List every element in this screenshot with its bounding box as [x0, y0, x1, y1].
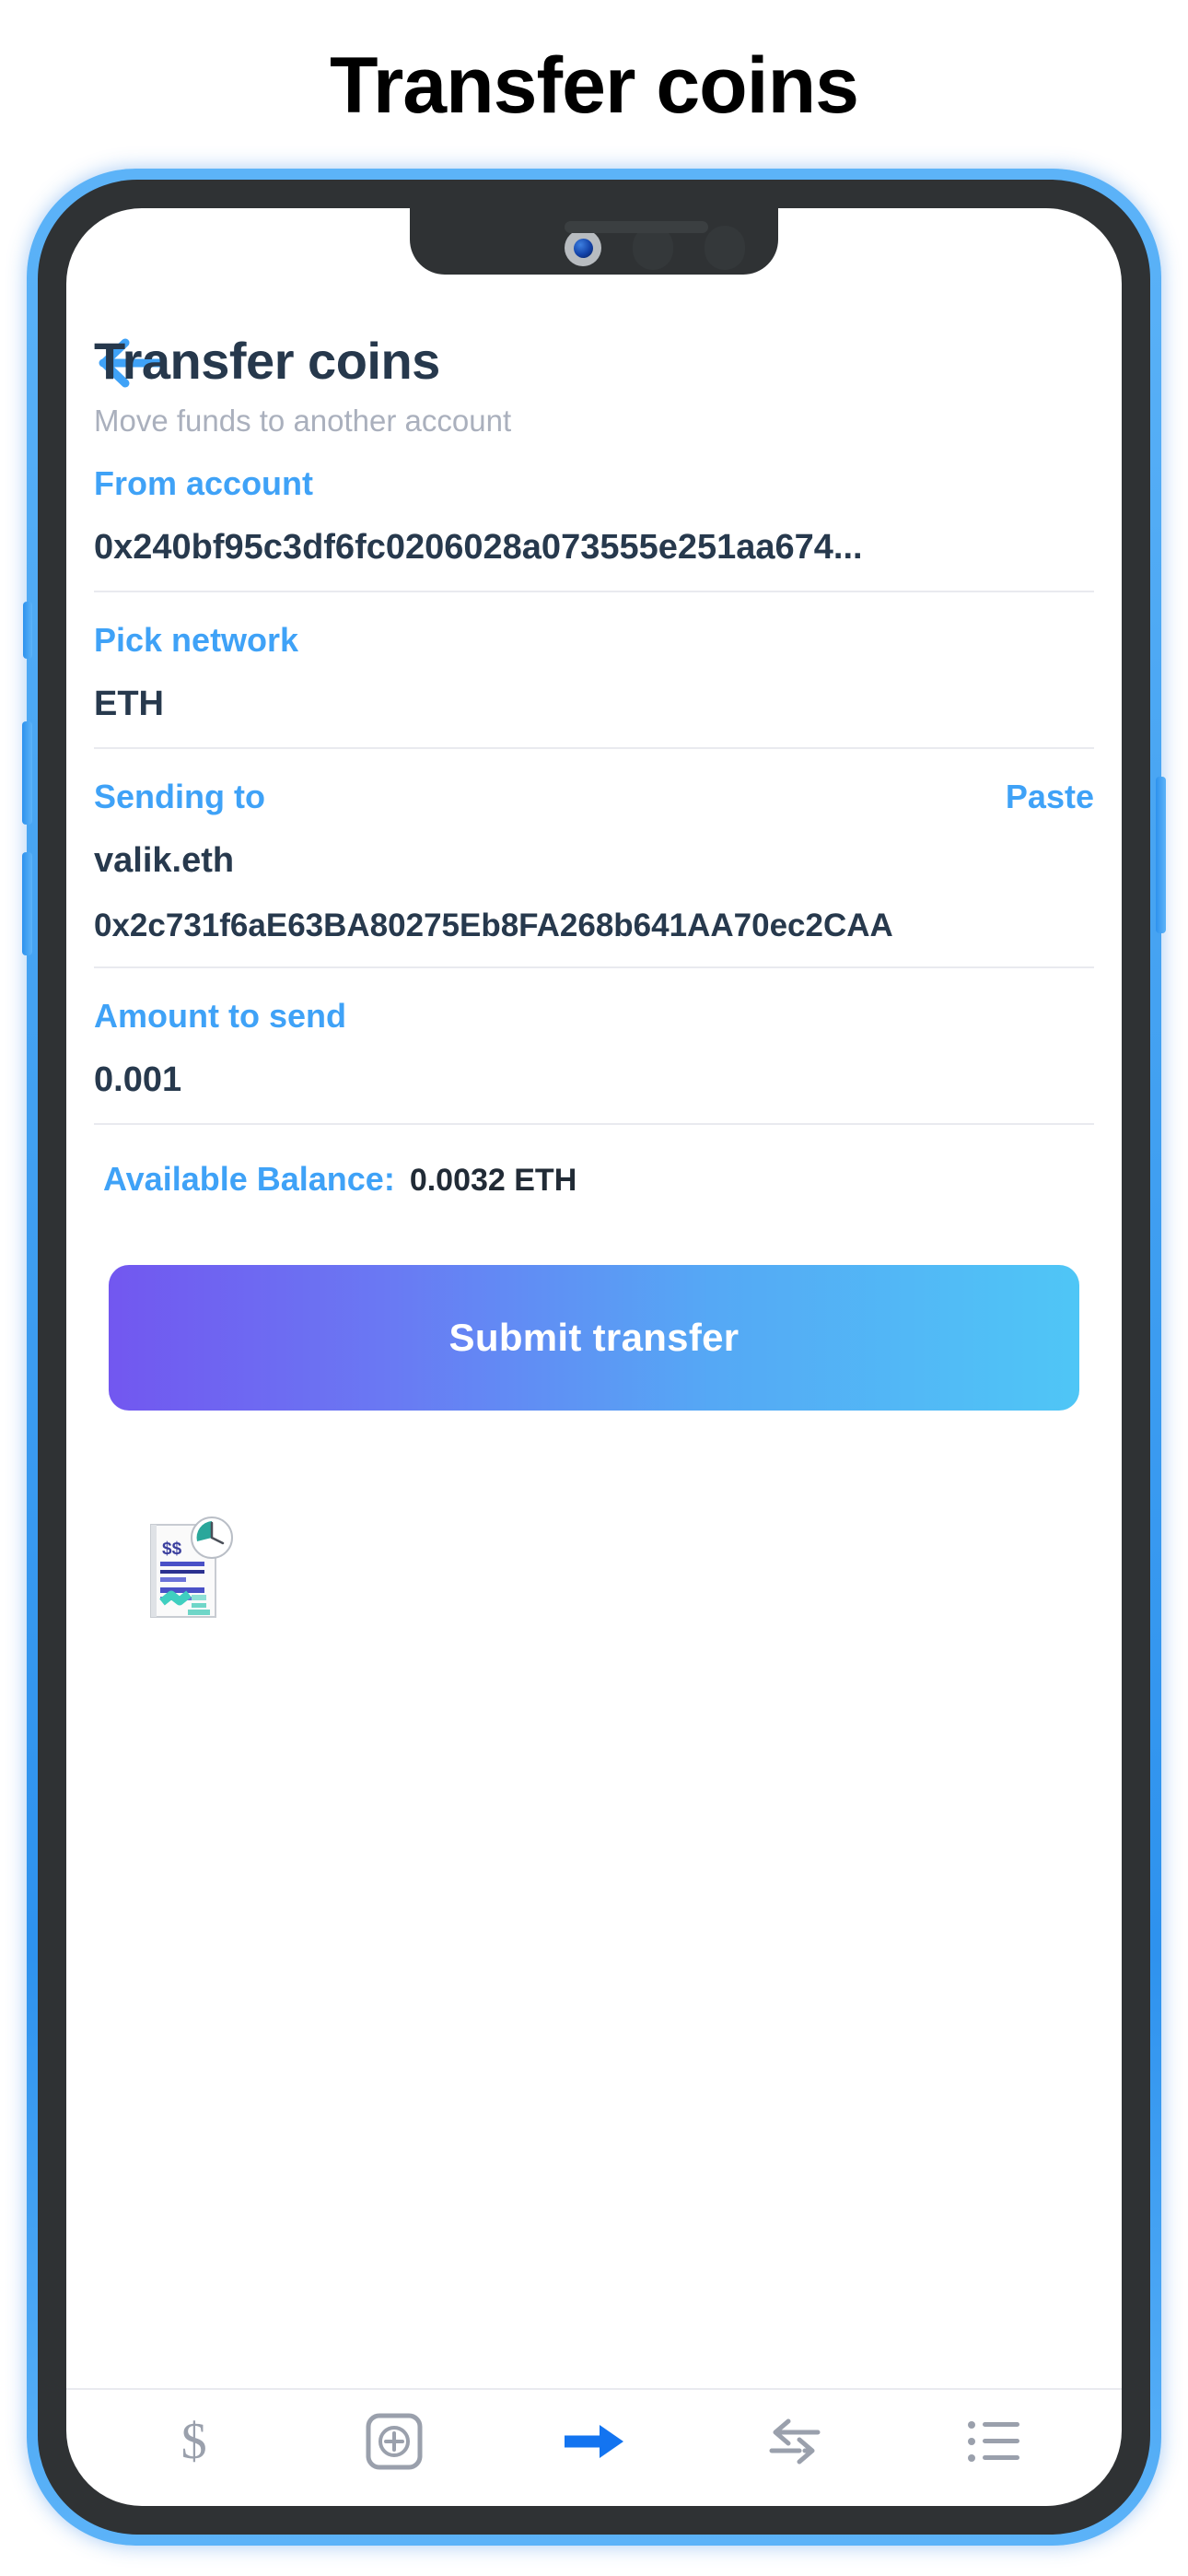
- available-balance: Available Balance: 0.0032 ETH: [94, 1160, 1094, 1199]
- power-button[interactable]: [1156, 777, 1166, 933]
- arrow-right-icon: [564, 2425, 623, 2458]
- pick-network-label: Pick network: [94, 620, 299, 659]
- phone-bezel: Transfer coins Move funds to another acc…: [22, 169, 1166, 2546]
- submit-transfer-button[interactable]: Submit transfer: [109, 1265, 1079, 1411]
- amount-to-send-label: Amount to send: [94, 997, 346, 1036]
- pick-network-value: ETH: [94, 685, 164, 723]
- from-account-field[interactable]: From account 0x240bf95c3df6fc0206028a073…: [94, 467, 1094, 592]
- list-icon: [968, 2421, 1020, 2462]
- nav-item-add[interactable]: [339, 2395, 449, 2488]
- page-title: Transfer coins: [330, 41, 859, 130]
- from-account-label: From account: [94, 464, 314, 502]
- phone-device: Transfer coins Move funds to another acc…: [22, 169, 1166, 2546]
- sending-to-divider: [94, 966, 1094, 969]
- nav-item-list[interactable]: [938, 2395, 1049, 2488]
- phone-screen: Transfer coins Move funds to another acc…: [66, 208, 1122, 2506]
- amount-to-send-field[interactable]: Amount to send 0.001: [94, 997, 1094, 1126]
- pick-network-divider: [94, 746, 1094, 749]
- amount-to-send-divider: [94, 1123, 1094, 1126]
- exchange-arrows-icon: [769, 2418, 821, 2465]
- invoice-clock-illustration: $$: [140, 1510, 241, 1622]
- pick-network-field[interactable]: Pick network ETH: [94, 620, 1094, 749]
- add-circle-icon: [366, 2413, 423, 2470]
- from-account-value: 0x240bf95c3df6fc0206028a073555e251aa674.…: [94, 530, 863, 567]
- bottom-navigation-bar: $: [66, 2388, 1122, 2506]
- sending-to-name-value: valik.eth: [94, 842, 235, 880]
- sending-to-label: Sending to: [94, 777, 265, 815]
- screen-heading: Transfer coins: [94, 332, 440, 390]
- mute-switch[interactable]: [23, 602, 32, 659]
- svg-text:$$: $$: [162, 1540, 182, 1559]
- amount-to-send-value: 0.001: [94, 1062, 182, 1100]
- paste-button[interactable]: Paste: [1006, 779, 1094, 814]
- dollar-icon: $: [181, 2413, 207, 2470]
- transfer-coins-screen: Transfer coins Move funds to another acc…: [66, 208, 1122, 2506]
- phone-frame: Transfer coins Move funds to another acc…: [38, 180, 1150, 2535]
- volume-down-button[interactable]: [22, 852, 32, 955]
- volume-up-button[interactable]: [22, 721, 32, 825]
- screen-subheading: Move funds to another account: [94, 404, 512, 438]
- available-balance-label: Available Balance:: [103, 1160, 395, 1199]
- sending-to-address-value: 0x2c731f6aE63BA80275Eb8FA268b641AA70ec2C…: [94, 908, 893, 943]
- back-button[interactable]: [94, 208, 1094, 388]
- nav-item-wallet[interactable]: $: [139, 2395, 250, 2488]
- from-account-divider: [94, 590, 1094, 592]
- available-balance-value: 0.0032 ETH: [409, 1163, 577, 1199]
- nav-item-transfer[interactable]: [539, 2395, 649, 2488]
- nav-item-exchange[interactable]: [739, 2395, 849, 2488]
- sending-to-field[interactable]: Sending to Paste valik.eth 0x2c731f6aE63…: [94, 777, 1094, 969]
